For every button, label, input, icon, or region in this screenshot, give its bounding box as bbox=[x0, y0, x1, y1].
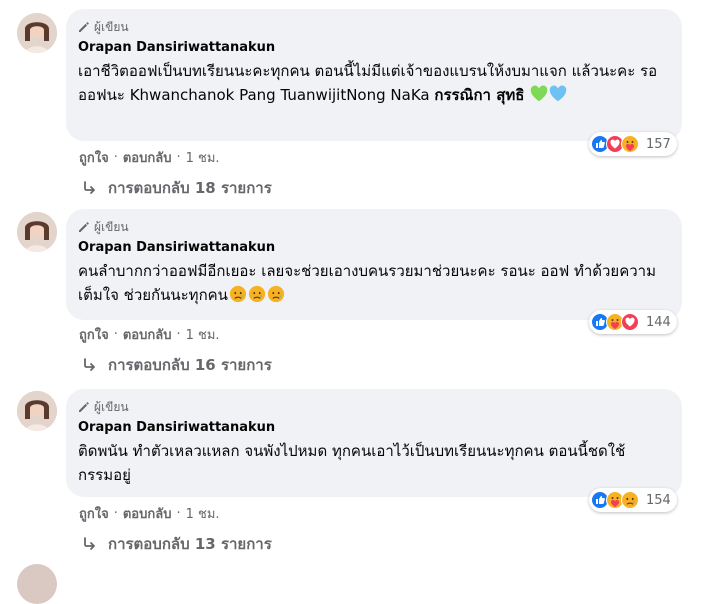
author-badge: ผู้เขียน bbox=[78, 399, 670, 415]
blue-heart-emoji bbox=[549, 85, 567, 102]
reaction-summary[interactable]: 157 bbox=[589, 132, 677, 156]
replies-label: การตอบกลับ 18 รายการ bbox=[108, 179, 272, 197]
comment-actions: ถูกใจ · ตอบกลับ · 1 ชม. bbox=[79, 503, 220, 524]
comment-actions: ถูกใจ · ตอบกลับ · 1 ชม. bbox=[79, 147, 220, 168]
avatar[interactable] bbox=[17, 13, 57, 53]
reaction-summary[interactable]: 144 bbox=[589, 310, 677, 334]
view-replies-link[interactable]: การตอบกลับ 13 รายการ bbox=[82, 532, 272, 556]
comment-text: เอาชีวิตออฟเป็นบทเรียนนะคะทุกคน ตอนนี้ไม… bbox=[78, 59, 670, 107]
sad-reaction-icon bbox=[621, 491, 639, 509]
like-button[interactable]: ถูกใจ bbox=[79, 503, 109, 524]
reaction-summary[interactable]: 154 bbox=[589, 488, 677, 512]
comment-text: ติดพนัน ทำตัวเหลวแหลก จนพังไปหมด ทุกคนเอ… bbox=[78, 442, 626, 484]
comment-bubble: ผู้เขียน Orapan Dansiriwattanakun คนลำบา… bbox=[66, 209, 682, 320]
sad-emoji bbox=[248, 285, 266, 303]
reply-arrow-icon bbox=[84, 537, 95, 550]
comment-actions: ถูกใจ · ตอบกลับ · 1 ชม. bbox=[79, 324, 220, 345]
reply-arrow-icon bbox=[84, 181, 95, 194]
tagged-user-link[interactable]: กรรณิกา สุทธิ bbox=[434, 86, 524, 104]
timestamp-link[interactable]: 1 ชม. bbox=[186, 503, 220, 524]
comment-bubble: ผู้เขียน Orapan Dansiriwattanakun ติดพนั… bbox=[66, 389, 682, 497]
replies-label: การตอบกลับ 16 รายการ bbox=[108, 356, 272, 374]
like-button[interactable]: ถูกใจ bbox=[79, 324, 109, 345]
sad-emoji bbox=[267, 285, 285, 303]
green-heart-emoji bbox=[530, 85, 548, 102]
author-badge: ผู้เขียน bbox=[78, 19, 670, 35]
love-reaction-icon bbox=[621, 313, 639, 331]
avatar[interactable] bbox=[17, 391, 57, 431]
author-badge-label: ผู้เขียน bbox=[94, 19, 129, 34]
author-badge: ผู้เขียน bbox=[78, 219, 670, 235]
reply-button[interactable]: ตอบกลับ bbox=[123, 324, 172, 345]
like-button[interactable]: ถูกใจ bbox=[79, 147, 109, 168]
author-badge-label: ผู้เขียน bbox=[94, 219, 129, 234]
timestamp-link[interactable]: 1 ชม. bbox=[186, 324, 220, 345]
author-name[interactable]: Orapan Dansiriwattanakun bbox=[78, 39, 670, 56]
comment-text-body: เอาชีวิตออฟเป็นบทเรียนนะคะทุกคน ตอนนี้ไม… bbox=[78, 62, 658, 104]
reply-button[interactable]: ตอบกลับ bbox=[123, 503, 172, 524]
care-reaction-icon bbox=[621, 135, 639, 153]
author-badge-label: ผู้เขียน bbox=[94, 399, 129, 414]
pencil-icon bbox=[79, 402, 89, 412]
reply-button[interactable]: ตอบกลับ bbox=[123, 147, 172, 168]
reaction-count: 144 bbox=[646, 314, 671, 330]
comment-text-body: คนลำบากกว่าออฟมีอีกเยอะ เลยจะช่วยเอางบคน… bbox=[78, 262, 656, 304]
pencil-icon bbox=[79, 22, 89, 32]
comment-bubble: ผู้เขียน Orapan Dansiriwattanakun เอาชีว… bbox=[66, 9, 682, 141]
pencil-icon bbox=[79, 222, 89, 232]
reply-arrow-icon bbox=[84, 358, 95, 371]
timestamp-link[interactable]: 1 ชม. bbox=[186, 147, 220, 168]
view-replies-link[interactable]: การตอบกลับ 18 รายการ bbox=[82, 176, 272, 200]
author-name[interactable]: Orapan Dansiriwattanakun bbox=[78, 239, 670, 256]
replies-label: การตอบกลับ 13 รายการ bbox=[108, 535, 272, 553]
author-name[interactable]: Orapan Dansiriwattanakun bbox=[78, 419, 670, 436]
avatar[interactable] bbox=[17, 212, 57, 252]
avatar[interactable] bbox=[17, 564, 57, 604]
reaction-count: 154 bbox=[646, 492, 671, 508]
reaction-count: 157 bbox=[646, 136, 671, 152]
comment-text: คนลำบากกว่าออฟมีอีกเยอะ เลยจะช่วยเอางบคน… bbox=[78, 259, 670, 307]
sad-emoji bbox=[229, 285, 247, 303]
view-replies-link[interactable]: การตอบกลับ 16 รายการ bbox=[82, 353, 272, 377]
